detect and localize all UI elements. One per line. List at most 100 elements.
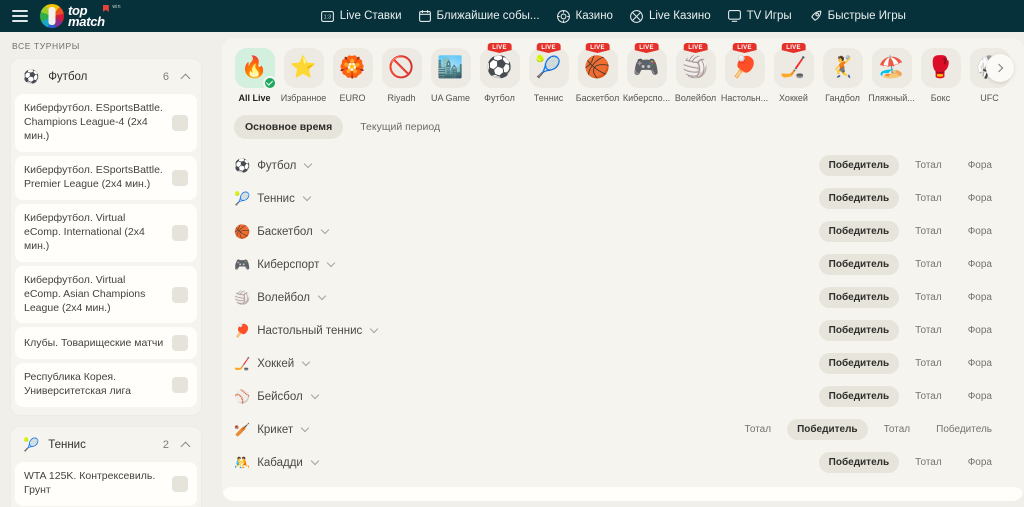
- sidebar-tournament-item[interactable]: Киберфутбол. ESportsBattle. Premier Leag…: [15, 155, 197, 200]
- sport-category-11[interactable]: LIVE 🏓 Настольн...: [720, 43, 769, 103]
- market-chip[interactable]: Победитель: [818, 254, 900, 275]
- sidebar-group-header[interactable]: ⚽ Футбол 6: [15, 63, 197, 90]
- sport-category-13[interactable]: 🤾 Гандбол: [818, 48, 867, 103]
- market-chip[interactable]: Фора: [958, 320, 1002, 341]
- sport-row-toggle[interactable]: ⚾ Бейсбол: [234, 390, 819, 403]
- sport-row-toggle[interactable]: 🏐 Волейбол: [234, 291, 819, 304]
- sport-row-toggle[interactable]: 🏀 Баскетбол: [234, 225, 819, 238]
- tournament-checkbox[interactable]: [172, 169, 188, 186]
- chevron-down-icon[interactable]: [370, 324, 379, 334]
- sidebar-tournament-item[interactable]: Киберфутбол. Virtual eComp. Internationa…: [15, 203, 197, 262]
- market-chip[interactable]: Победитель: [926, 419, 1002, 440]
- period-tab-2[interactable]: Текущий период: [349, 115, 451, 139]
- sidebar-tournament-item[interactable]: Киберфутбол. Virtual eComp. Asian Champi…: [15, 265, 197, 324]
- sport-row-toggle[interactable]: 🤼 Кабадди: [234, 456, 819, 469]
- hamburger-menu-icon[interactable]: [12, 10, 28, 22]
- sport-row-toggle[interactable]: 🎮 Киберспорт: [234, 258, 819, 271]
- market-chip[interactable]: Победитель: [787, 419, 868, 440]
- nav-item-live-bets[interactable]: 1:3 Live Ставки: [320, 10, 402, 22]
- period-tab-bar[interactable]: Основное время Текущий период: [222, 107, 1024, 145]
- market-chip[interactable]: Победитель: [818, 155, 900, 176]
- market-chip[interactable]: Победитель: [818, 320, 900, 341]
- chevron-down-icon[interactable]: [304, 159, 313, 169]
- sport-category-3[interactable]: 🏵️ EURO: [328, 48, 377, 103]
- chevron-down-icon[interactable]: [302, 192, 312, 202]
- chevron-right-icon[interactable]: [986, 54, 1014, 82]
- site-logo[interactable]: top match win: [40, 4, 121, 28]
- chevron-down-icon[interactable]: [320, 225, 330, 235]
- chevron-down-icon[interactable]: [327, 258, 336, 268]
- market-chip[interactable]: Фора: [958, 353, 1002, 374]
- market-chip[interactable]: Тотал: [905, 353, 952, 374]
- sport-row-toggle[interactable]: 🏓 Настольный теннис: [234, 324, 819, 337]
- market-chip[interactable]: Победитель: [818, 221, 900, 242]
- market-chip[interactable]: Фора: [958, 452, 1002, 473]
- market-chip[interactable]: Тотал: [905, 452, 952, 473]
- market-chip[interactable]: Фора: [958, 287, 1002, 308]
- market-chip[interactable]: Фора: [958, 254, 1002, 275]
- nav-item-upcoming-events[interactable]: Ближайшие собы...: [418, 10, 540, 22]
- sport-row-toggle[interactable]: ⚽ Футбол: [234, 159, 819, 172]
- market-chip[interactable]: Фора: [958, 221, 1002, 242]
- sport-category-6[interactable]: LIVE ⚽ Футбол: [475, 43, 524, 103]
- nav-item-live-casino[interactable]: Live Казино: [630, 9, 711, 23]
- sport-category-5[interactable]: 🏙️ UA Game: [426, 48, 475, 103]
- sport-category-strip[interactable]: 🔥 All Live ⭐ Избранное 🏵️ EURO 🚫 Riyadh 🏙️ UA Gam…: [222, 38, 1024, 107]
- market-chip[interactable]: Тотал: [905, 254, 952, 275]
- sidebar-tournament-item[interactable]: Киберфутбол. ESportsBattle. Champions Le…: [15, 94, 197, 152]
- market-chip[interactable]: Победитель: [818, 287, 900, 308]
- chevron-up-icon[interactable]: [180, 73, 191, 83]
- market-chip[interactable]: Тотал: [905, 320, 952, 341]
- sport-category-4[interactable]: 🚫 Riyadh: [377, 48, 426, 103]
- market-chip[interactable]: Фора: [958, 386, 1002, 407]
- market-chip[interactable]: Победитель: [818, 353, 900, 374]
- sport-category-1[interactable]: 🔥 All Live: [230, 48, 279, 103]
- market-chip[interactable]: Тотал: [735, 419, 782, 440]
- tournament-checkbox[interactable]: [172, 114, 188, 131]
- market-chip[interactable]: Победитель: [818, 188, 900, 209]
- market-chip[interactable]: Тотал: [905, 386, 952, 407]
- market-chip[interactable]: Фора: [958, 188, 1002, 209]
- market-chip[interactable]: Тотал: [905, 188, 952, 209]
- market-chip[interactable]: Победитель: [818, 386, 900, 407]
- chevron-down-icon[interactable]: [310, 456, 320, 466]
- tournament-checkbox[interactable]: [172, 224, 188, 241]
- market-chip[interactable]: Тотал: [874, 419, 921, 440]
- chevron-down-icon[interactable]: [317, 291, 327, 301]
- period-tab-1[interactable]: Основное время: [234, 115, 344, 139]
- sport-category-15[interactable]: 🥊 Бокс: [916, 48, 965, 103]
- tournament-label: Киберфутбол. ESportsBattle. Champions Le…: [24, 102, 163, 142]
- sport-category-8[interactable]: LIVE 🏀 Баскетбол: [573, 43, 622, 103]
- tournament-checkbox[interactable]: [172, 377, 188, 394]
- chevron-down-icon[interactable]: [310, 390, 319, 400]
- market-chip[interactable]: Фора: [958, 155, 1002, 176]
- tournament-checkbox[interactable]: [172, 335, 188, 352]
- nav-item-casino[interactable]: Казино: [556, 9, 613, 23]
- sport-category-10[interactable]: LIVE 🏐 Волейбол: [671, 43, 720, 103]
- sidebar-tournament-item[interactable]: Клубы. Товарищеские матчи: [15, 327, 197, 360]
- sidebar-tournament-item[interactable]: Республика Корея. Университетская лига: [15, 363, 197, 408]
- market-chip[interactable]: Победитель: [818, 452, 900, 473]
- market-chip[interactable]: Тотал: [905, 287, 952, 308]
- sport-category-7[interactable]: LIVE 🎾 Теннис: [524, 43, 573, 103]
- chevron-down-icon[interactable]: [301, 357, 311, 367]
- chevron-up-icon[interactable]: [180, 441, 191, 452]
- sport-category-14[interactable]: 🏖️ Пляжный...: [867, 48, 916, 103]
- nav-item-tv-games[interactable]: TV Игры: [727, 10, 792, 22]
- sport-category-2[interactable]: ⭐ Избранное: [279, 48, 328, 103]
- sport-row-toggle[interactable]: 🏒 Хоккей: [234, 357, 819, 370]
- sidebar-tournament-item[interactable]: WTA 125K. Контрексевиль. Грунт: [15, 462, 197, 507]
- sport-category-9[interactable]: LIVE 🎮 Киберспо...: [622, 43, 671, 103]
- tournament-checkbox[interactable]: [172, 476, 188, 493]
- sidebar-group-header[interactable]: 🎾 Теннис 2: [15, 431, 197, 458]
- chevron-down-icon[interactable]: [300, 423, 310, 433]
- market-chip[interactable]: Тотал: [905, 221, 952, 242]
- nav-item-fast-games[interactable]: Быстрые Игры: [809, 10, 906, 23]
- sport-row-toggle[interactable]: 🏏 Крикет: [234, 423, 735, 436]
- sport-row-toggle[interactable]: 🎾 Теннис: [234, 192, 819, 205]
- sport-category-12[interactable]: LIVE 🏒 Хоккей: [769, 43, 818, 103]
- category-label: Бокс: [930, 93, 951, 103]
- market-chip[interactable]: Тотал: [905, 155, 952, 176]
- tournament-checkbox[interactable]: [172, 286, 188, 303]
- sport-row: ⚾ Бейсбол Победитель Тотал Фора: [222, 380, 1024, 413]
